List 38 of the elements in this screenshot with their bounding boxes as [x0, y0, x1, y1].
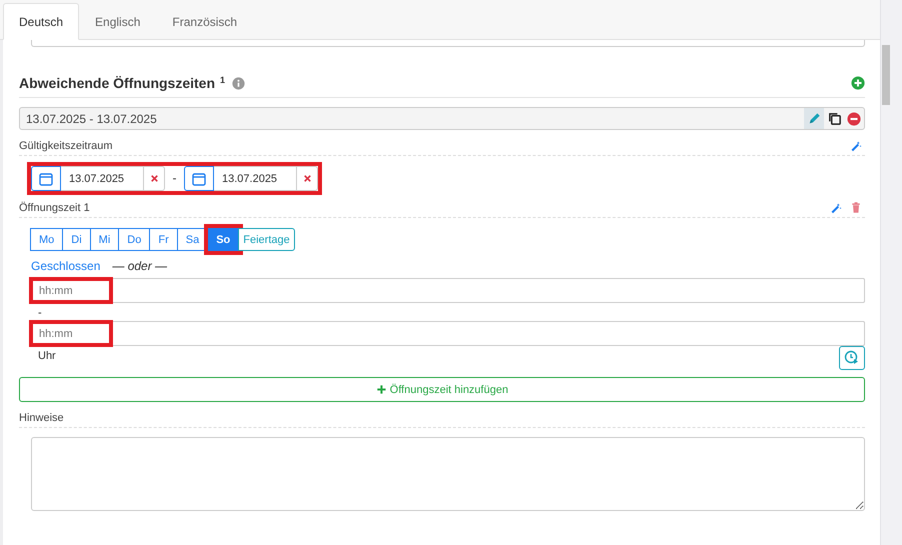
language-tab[interactable]: Deutsch [3, 3, 80, 40]
day-toggle[interactable]: So [207, 228, 240, 251]
section-title: Abweichende Öffnungszeiten [19, 75, 216, 91]
entry-summary: 13.07.2025 - 13.07.2025 [25, 112, 158, 126]
day-toggle[interactable]: Mi [90, 228, 120, 251]
clear-icon[interactable] [144, 166, 165, 191]
field-label: Hinweise [19, 412, 64, 424]
range-separator: - [172, 170, 178, 187]
plus-icon [376, 384, 387, 395]
day-toggle[interactable]: Mo [30, 228, 64, 251]
trash-icon[interactable] [850, 201, 862, 214]
closed-link[interactable]: Geschlossen [31, 259, 100, 273]
wand-icon[interactable] [830, 201, 842, 214]
notes-field[interactable] [31, 437, 865, 511]
add-icon[interactable] [851, 76, 865, 90]
field-label: Öffnungszeit 1 [19, 202, 90, 214]
field-label: Gültigkeitszeitraum [19, 140, 113, 152]
language-tab[interactable]: Englisch [79, 3, 156, 40]
day-toggle[interactable]: Feiertage [238, 228, 295, 251]
or-text: — oder — [112, 259, 168, 273]
time-separator: - [38, 307, 43, 319]
date-field[interactable]: 13.07.2025 [214, 166, 297, 191]
info-icon[interactable] [232, 76, 246, 90]
clear-icon[interactable] [297, 166, 318, 191]
calendar-icon[interactable] [184, 166, 214, 191]
wand-icon[interactable] [850, 140, 862, 152]
day-toggle[interactable]: Fr [149, 228, 178, 251]
calendar-icon[interactable] [31, 166, 61, 191]
date-field[interactable]: 13.07.2025 [61, 166, 144, 191]
language-tab[interactable]: Französisch [156, 3, 254, 40]
day-toggle[interactable]: Di [62, 228, 91, 251]
add-opening-time-button[interactable]: Öffnungszeit hinzufügen [19, 377, 865, 402]
unit-label: Uhr [38, 350, 56, 362]
count-superscript: 1 [220, 75, 226, 85]
day-toggle[interactable]: Do [118, 228, 150, 251]
clock-icon[interactable] [839, 346, 865, 370]
scrollbar[interactable] [880, 0, 902, 545]
entry-row[interactable]: 13.07.2025 - 13.07.2025 [19, 107, 865, 130]
